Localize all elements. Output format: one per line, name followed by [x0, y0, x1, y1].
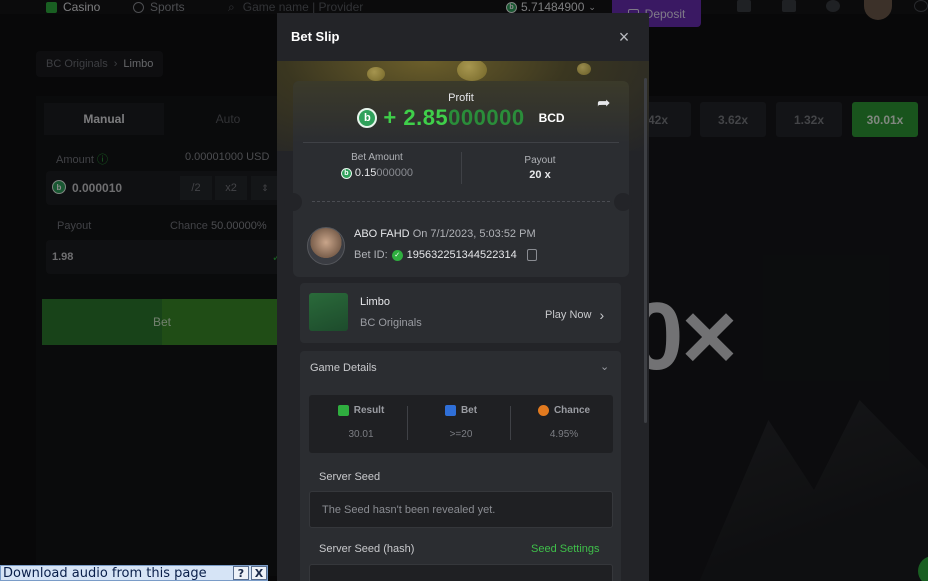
copy-icon[interactable]	[526, 249, 537, 261]
coin-decoration	[457, 59, 487, 81]
game-provider: BC Originals	[360, 317, 422, 329]
play-now-link[interactable]: Play Now ›	[545, 307, 604, 323]
payout-label: Payout	[524, 155, 556, 166]
bet-id-value: 195632251344522314	[406, 249, 517, 261]
avatar[interactable]	[307, 227, 345, 265]
stat-chance-value: 4.95%	[549, 429, 579, 440]
stat-result: Result 30.01	[311, 405, 411, 440]
payout-value: 20 x	[529, 169, 551, 181]
server-seed-hash-label: Server Seed (hash)	[319, 543, 415, 555]
divider	[303, 142, 619, 143]
bet-amount-stat: Bet Amount b 0.15 000000	[293, 152, 461, 179]
bet-amount-label: Bet Amount	[351, 152, 403, 163]
close-icon[interactable]: ×	[616, 27, 632, 47]
modal-title: Bet Slip	[291, 29, 340, 44]
user-line: ABO FAHD On 7/1/2023, 5:03:52 PM	[354, 228, 536, 240]
seed-settings-link[interactable]: Seed Settings	[531, 543, 600, 555]
percent-icon	[537, 405, 549, 416]
profit-value: + 2.85000000	[383, 105, 525, 130]
server-seed-hash-field	[309, 564, 613, 581]
chevron-right-icon: ›	[599, 307, 605, 323]
help-button[interactable]: ?	[233, 566, 249, 580]
download-audio-text[interactable]: Download audio from this page	[3, 566, 233, 581]
modal-header: Bet Slip ×	[277, 13, 649, 61]
dashed-divider	[312, 201, 610, 202]
close-button[interactable]: X	[251, 566, 267, 580]
bet-amount-value: b 0.15 000000	[293, 167, 461, 179]
game-name: Limbo	[360, 296, 390, 308]
bet-date: On 7/1/2023, 5:03:52 PM	[412, 228, 536, 240]
stat-bet-value: >=20	[449, 429, 473, 440]
stat-result-value: 30.01	[348, 429, 374, 440]
stat-chance: Chance 4.95%	[514, 405, 614, 440]
profit-row: b + 2.85000000 BCD	[293, 105, 629, 131]
server-seed-value: The Seed hasn't been revealed yet.	[322, 503, 496, 516]
bet-icon	[444, 405, 456, 416]
profit-currency: BCD	[538, 111, 565, 125]
stat-bet: Bet >=20	[411, 405, 511, 440]
shield-check-icon: ✓	[391, 249, 403, 261]
payout-stat: Payout 20 x	[462, 155, 618, 181]
bcd-coin-icon: b	[357, 108, 378, 128]
server-seed-field: The Seed hasn't been revealed yet.	[309, 491, 613, 528]
game-details-title[interactable]: Game Details	[310, 362, 377, 374]
share-icon[interactable]: ➦	[597, 93, 617, 112]
server-seed-label: Server Seed	[319, 471, 381, 483]
ticket-notch	[614, 193, 632, 211]
result-icon	[337, 405, 349, 416]
limbo-thumbnail	[309, 293, 348, 331]
coin-decoration	[577, 63, 591, 75]
divider	[407, 406, 408, 440]
ticket-notch	[284, 193, 302, 211]
play-now-label: Play Now	[545, 309, 592, 321]
chevron-down-icon[interactable]: ⌄	[600, 360, 609, 373]
scrollbar[interactable]	[644, 78, 647, 423]
divider	[510, 406, 511, 440]
user-name[interactable]: ABO FAHD	[354, 228, 410, 240]
bet-id-row: Bet ID: ✓ 195632251344522314	[354, 249, 537, 261]
download-audio-bar: Download audio from this page ? X	[0, 565, 268, 581]
bet-slip-modal: Bet Slip × Profit b + 2.85000000 BCD ➦ B…	[277, 13, 649, 581]
bcd-coin-icon: b	[340, 167, 352, 179]
coin-decoration	[367, 67, 385, 81]
profit-label: Profit	[448, 92, 474, 104]
bet-id-label: Bet ID:	[354, 249, 388, 261]
